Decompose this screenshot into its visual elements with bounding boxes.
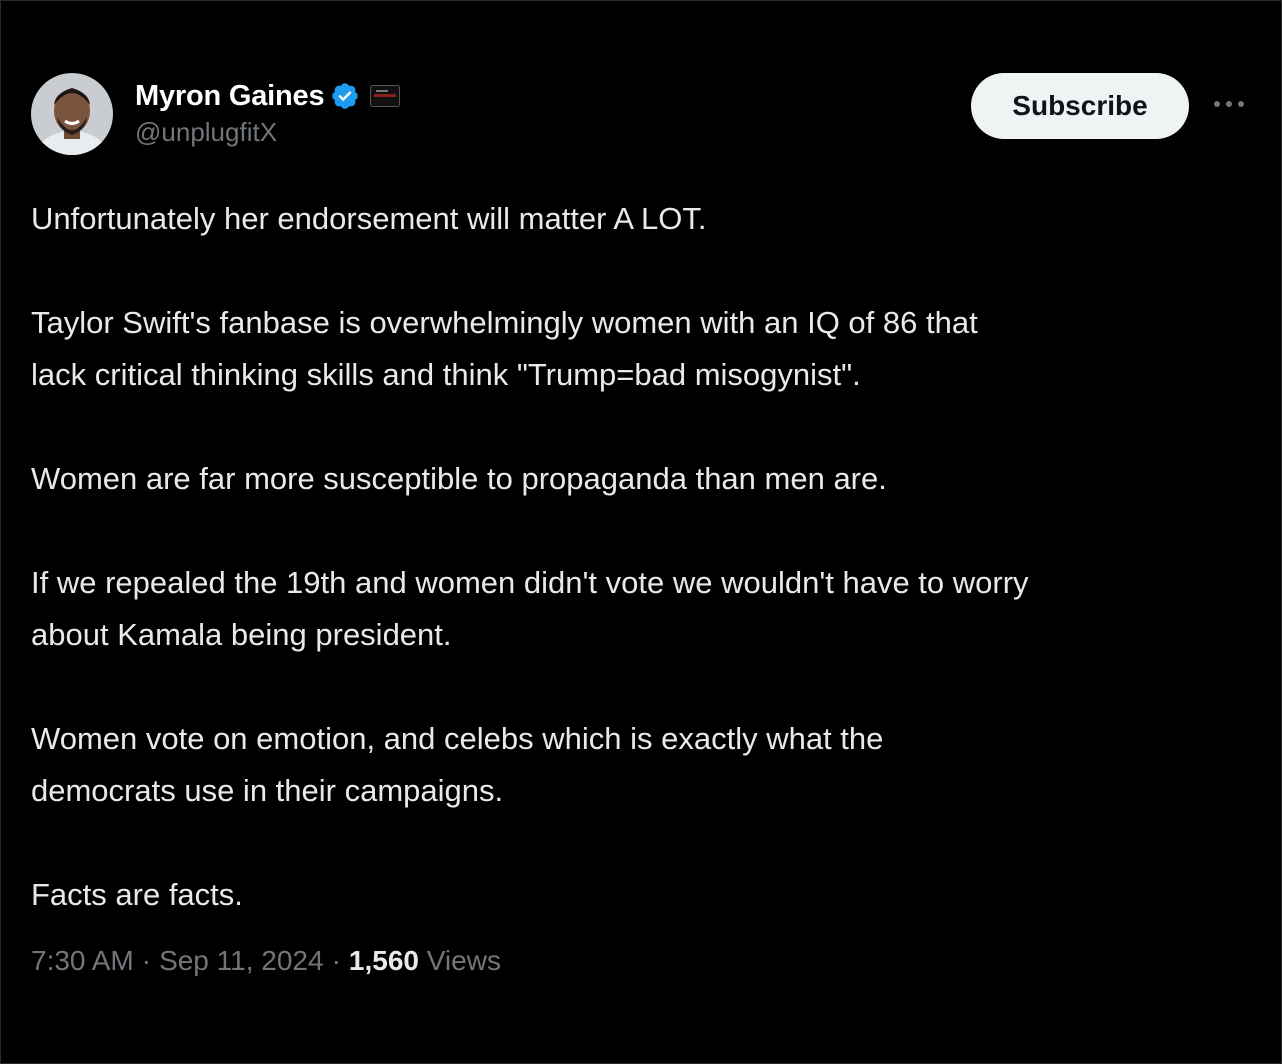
- handle[interactable]: @unplugfitX: [135, 117, 400, 148]
- author-block: Myron Gaines @unplugfitX: [135, 77, 401, 148]
- avatar[interactable]: [31, 73, 113, 155]
- views-label: Views: [426, 945, 501, 976]
- post-paragraph: Facts are facts.: [31, 877, 243, 912]
- views-count: 1,560: [348, 945, 419, 976]
- verified-badge-icon: [330, 81, 360, 111]
- post-paragraph: Unfortunately her endorsement will matte…: [31, 201, 707, 236]
- post-time[interactable]: 7:30 AM: [31, 945, 134, 977]
- affiliate-badge-icon[interactable]: [370, 85, 401, 107]
- meta-separator: ·: [141, 945, 152, 976]
- post-paragraph: Women vote on emotion, and celebs which …: [31, 721, 884, 808]
- post-paragraph: Women are far more susceptible to propag…: [31, 461, 887, 496]
- name-row: Myron Gaines: [135, 77, 401, 115]
- subscribe-button[interactable]: Subscribe: [971, 73, 1189, 139]
- post-card: Myron Gaines @unplugfitX Subscribe Unfor…: [0, 0, 1282, 1064]
- post-meta: 7:30 AM · Sep 11, 2024 · 1,560 Views: [31, 945, 501, 977]
- post-date[interactable]: Sep 11, 2024: [159, 945, 324, 977]
- post-text: Unfortunately her endorsement will matte…: [31, 193, 1261, 973]
- more-options-icon[interactable]: [1209, 89, 1249, 119]
- meta-separator: ·: [331, 945, 341, 976]
- post-paragraph: If we repealed the 19th and women didn't…: [31, 565, 1029, 652]
- post-paragraph: Taylor Swift's fanbase is overwhelmingly…: [31, 305, 978, 392]
- post-header: Myron Gaines @unplugfitX Subscribe: [31, 73, 1253, 163]
- display-name[interactable]: Myron Gaines: [135, 80, 325, 113]
